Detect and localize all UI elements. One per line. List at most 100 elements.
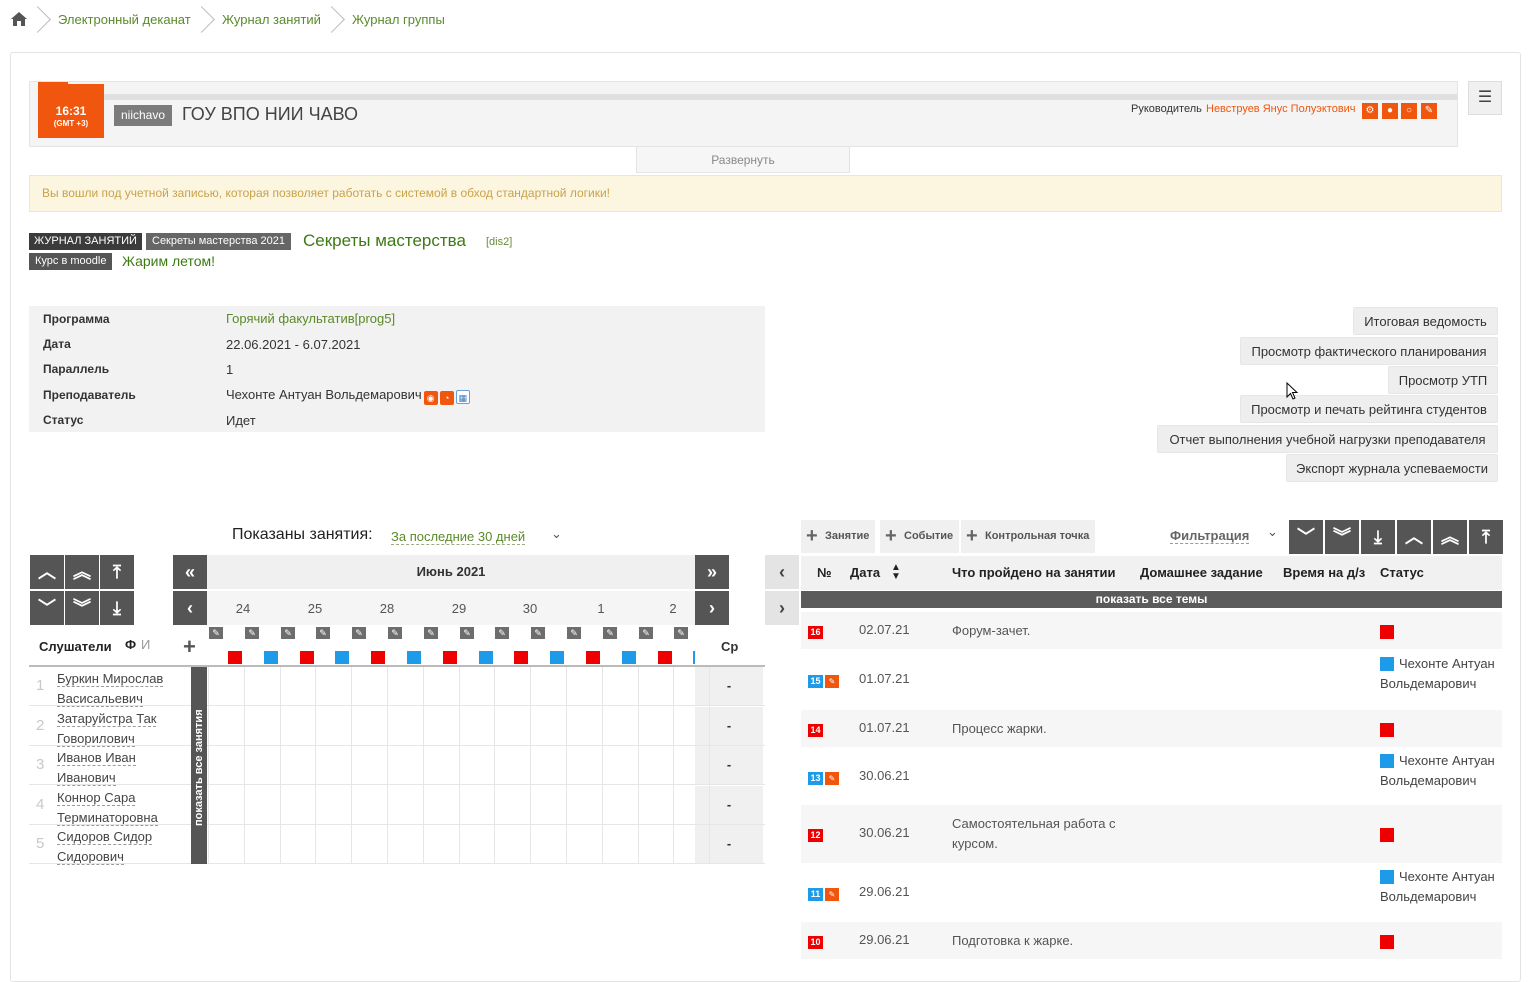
- gear-icon[interactable]: ⚙: [1362, 103, 1378, 119]
- edit-event-icon[interactable]: ✎: [825, 888, 839, 901]
- chat-icon[interactable]: ◉: [423, 391, 438, 405]
- scroll-down-icon[interactable]: ﹀: [30, 591, 64, 625]
- lesson-row[interactable]: 14 01.07.21 Процесс жарки.: [801, 710, 1502, 747]
- calendar-icon[interactable]: ▦: [455, 390, 470, 404]
- edit-lesson-icon[interactable]: ✎: [424, 627, 438, 639]
- sort-name-button[interactable]: И: [141, 637, 150, 652]
- filter-toggle[interactable]: Фильтрация: [1170, 528, 1250, 544]
- lesson-type-marker[interactable]: [335, 651, 349, 664]
- lesson-row[interactable]: 12 30.06.21 Самостоятельная работа с курсо…: [801, 805, 1502, 863]
- edit-lesson-icon[interactable]: ✎: [388, 627, 402, 639]
- lesson-number-badge[interactable]: 13: [808, 772, 823, 785]
- page-down-icon[interactable]: ︾: [65, 591, 99, 625]
- scroll-up-icon[interactable]: ︿: [1397, 520, 1431, 554]
- page-up-icon[interactable]: ︽: [65, 555, 99, 589]
- student-link[interactable]: Иванов Иван Иванович: [57, 748, 183, 788]
- student-link[interactable]: Затаруйстра Так Говорилович: [57, 709, 183, 749]
- lesson-type-marker[interactable]: [300, 651, 314, 664]
- user-icon[interactable]: ●: [1382, 103, 1398, 119]
- lesson-type-marker[interactable]: [586, 651, 600, 664]
- prev-page-icon[interactable]: ‹: [173, 591, 207, 625]
- show-all-topics-button[interactable]: показать все темы: [801, 591, 1502, 608]
- lesson-type-marker[interactable]: [622, 651, 636, 664]
- program-link[interactable]: Горячий факультатив[prog5]: [226, 311, 395, 326]
- moodle-course-link[interactable]: Жарим летом!: [122, 253, 215, 269]
- lesson-row[interactable]: 10 29.06.21 Подготовка к жарке.: [801, 922, 1502, 959]
- lesson-number-badge[interactable]: 16: [808, 626, 823, 639]
- export-journal-button[interactable]: Экспорт журнала успеваемости: [1286, 454, 1498, 482]
- edit-lesson-icon[interactable]: ✎: [281, 627, 295, 639]
- scroll-up-icon[interactable]: ︿: [30, 555, 64, 589]
- scroll-bottom-icon[interactable]: ⤓: [1361, 520, 1395, 554]
- lesson-type-marker[interactable]: [514, 651, 528, 664]
- lesson-type-marker[interactable]: [658, 651, 672, 664]
- edit-icon[interactable]: ✎: [1421, 103, 1437, 119]
- edit-lesson-icon[interactable]: ✎: [567, 627, 581, 639]
- col-date[interactable]: Дата: [850, 565, 880, 580]
- lesson-number-badge[interactable]: 14: [808, 724, 823, 737]
- final-statement-button[interactable]: Итоговая ведомость: [1353, 307, 1498, 335]
- sort-surname-button[interactable]: Ф: [125, 637, 136, 652]
- edit-lesson-icon[interactable]: ✎: [531, 627, 545, 639]
- edit-lesson-icon[interactable]: ✎: [245, 627, 259, 639]
- student-link[interactable]: Буркин Мирослав Васисальевич: [57, 669, 183, 709]
- actual-planning-button[interactable]: Просмотр фактического планирования: [1240, 337, 1498, 365]
- scroll-bottom-icon[interactable]: ⤓: [100, 591, 134, 625]
- utp-view-button[interactable]: Просмотр УТП: [1388, 366, 1498, 394]
- lesson-row[interactable]: 13 ✎ 30.06.21 Чехонте Антуан Вольдемарович: [801, 748, 1502, 805]
- page-up-icon[interactable]: ︽: [1433, 520, 1467, 554]
- edit-lesson-icon[interactable]: ✎: [352, 627, 366, 639]
- lesson-number-badge[interactable]: 10: [808, 936, 823, 949]
- lesson-type-marker[interactable]: [443, 651, 457, 664]
- lesson-type-marker[interactable]: [693, 651, 695, 664]
- scroll-top-icon[interactable]: ⤒: [1469, 520, 1503, 554]
- lesson-row[interactable]: 16 02.07.21 Форум-зачет.: [801, 612, 1502, 649]
- student-link[interactable]: Коннор Сара Терминаторовна: [57, 788, 183, 828]
- add-lesson-icon[interactable]: +: [183, 634, 196, 660]
- lesson-number-badge[interactable]: 11: [808, 888, 823, 901]
- lesson-type-marker[interactable]: [264, 651, 278, 664]
- clock-icon[interactable]: ◔: [439, 391, 454, 405]
- edit-lesson-icon[interactable]: ✎: [603, 627, 617, 639]
- edit-lesson-icon[interactable]: ✎: [674, 627, 688, 639]
- edit-lesson-icon[interactable]: ✎: [639, 627, 653, 639]
- expand-right-icon[interactable]: ›: [765, 591, 799, 625]
- edit-lesson-icon[interactable]: ✎: [209, 627, 223, 639]
- edit-event-icon[interactable]: ✎: [825, 772, 839, 785]
- lesson-number-badge[interactable]: 12: [808, 829, 823, 842]
- lesson-type-marker[interactable]: [479, 651, 493, 664]
- chevron-down-icon[interactable]: ⌄: [551, 526, 562, 542]
- breadcrumb-link-journal[interactable]: Журнал занятий: [222, 12, 321, 27]
- last-page-icon[interactable]: »: [695, 555, 729, 589]
- edit-lesson-icon[interactable]: ✎: [460, 627, 474, 639]
- collapse-left-icon[interactable]: ‹: [765, 555, 799, 589]
- page-down-icon[interactable]: ︾: [1325, 520, 1359, 554]
- student-link[interactable]: Сидоров Сидор Сидорович: [57, 827, 183, 867]
- expand-button[interactable]: Развернуть: [636, 147, 850, 173]
- lesson-row[interactable]: 11 ✎ 29.06.21 Чехонте Антуан Вольдемарович: [801, 864, 1502, 921]
- scroll-down-icon[interactable]: ﹀: [1289, 520, 1323, 554]
- sort-icon[interactable]: ▼: [891, 571, 901, 582]
- period-select[interactable]: За последние 30 дней: [391, 529, 526, 545]
- edit-event-icon[interactable]: ✎: [825, 675, 839, 688]
- add-event-button[interactable]: + Событие: [880, 520, 960, 553]
- workload-report-button[interactable]: Отчет выполнения учебной нагрузки препод…: [1157, 425, 1498, 453]
- lesson-type-marker[interactable]: [228, 651, 242, 664]
- edit-lesson-icon[interactable]: ✎: [495, 627, 509, 639]
- lesson-type-marker[interactable]: [550, 651, 564, 664]
- lesson-number-badge[interactable]: 15: [808, 675, 823, 688]
- lesson-type-marker[interactable]: [407, 651, 421, 664]
- search-icon[interactable]: ○: [1401, 103, 1417, 119]
- breadcrumb-link-group[interactable]: Журнал группы: [352, 12, 445, 27]
- lesson-row[interactable]: 15 ✎ 01.07.21 Чехонте Антуан Вольдемарович: [801, 650, 1502, 709]
- sliders-icon[interactable]: ☰: [1468, 81, 1502, 115]
- add-checkpoint-button[interactable]: + Контрольная точка: [961, 520, 1096, 553]
- lesson-type-marker[interactable]: [371, 651, 385, 664]
- edit-lesson-icon[interactable]: ✎: [316, 627, 330, 639]
- chevron-down-icon[interactable]: ⌄: [1267, 524, 1278, 540]
- breadcrumb-link-dean[interactable]: Электронный деканат: [58, 12, 191, 27]
- rating-print-button[interactable]: Просмотр и печать рейтинга студентов: [1240, 395, 1498, 423]
- head-person-link[interactable]: Невструев Янус Полуэктович: [1206, 103, 1356, 115]
- scroll-top-icon[interactable]: ⤒: [100, 555, 134, 589]
- add-lesson-button[interactable]: + Занятие: [801, 520, 876, 553]
